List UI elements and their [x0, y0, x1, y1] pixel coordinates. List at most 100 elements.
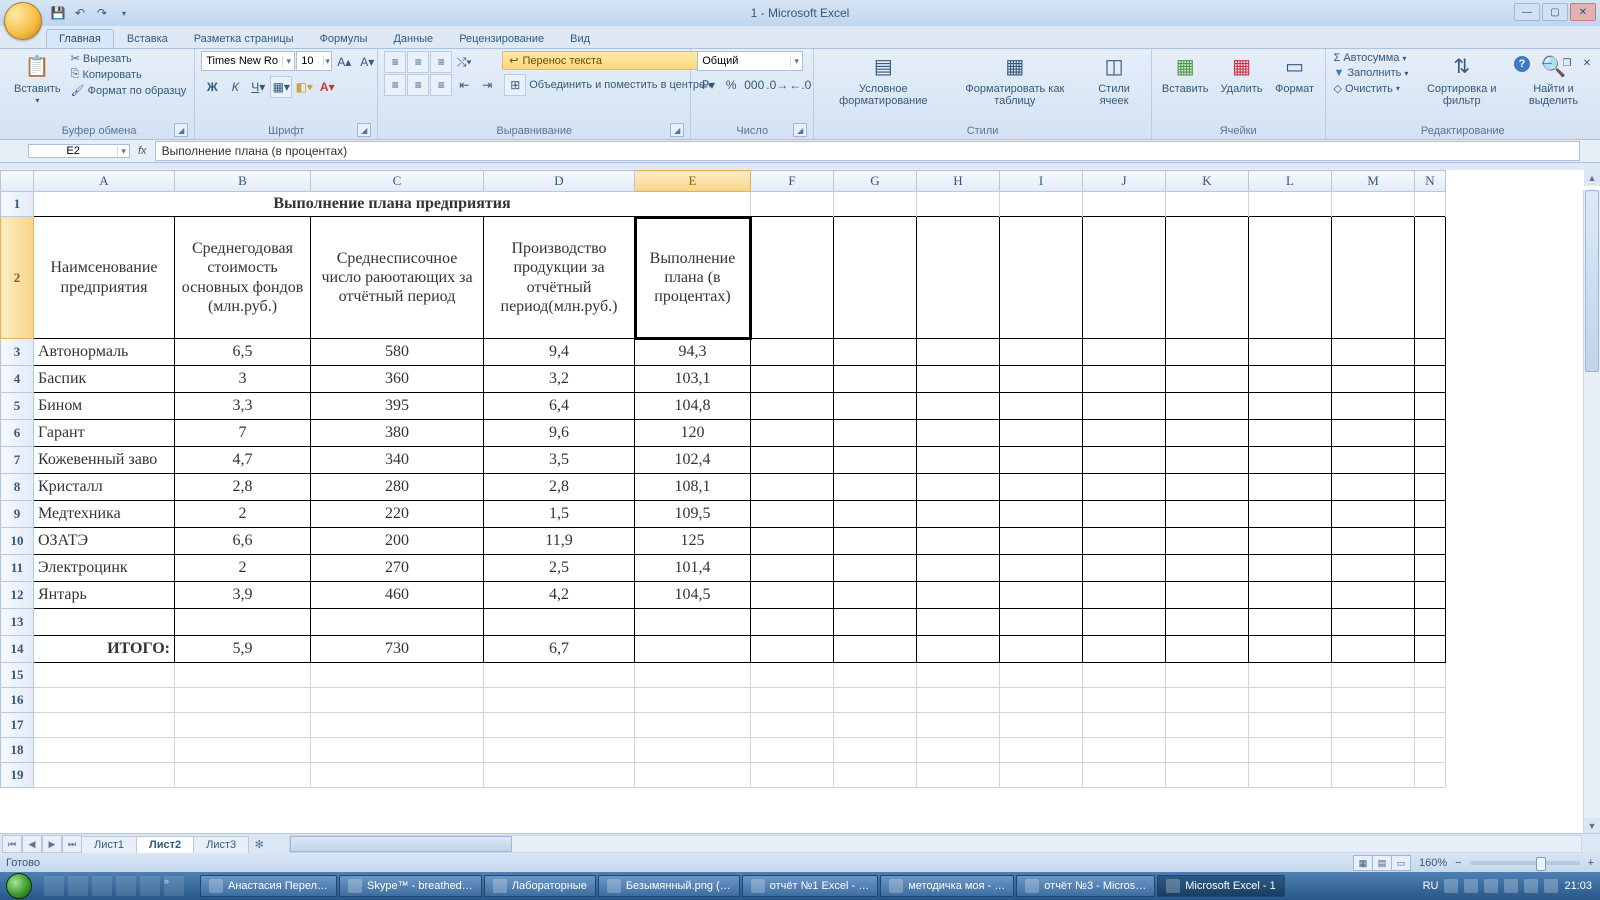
- cell[interactable]: [1083, 420, 1166, 447]
- row-header[interactable]: 10: [1, 528, 34, 555]
- shrink-font-button[interactable]: A▾: [356, 51, 378, 73]
- cell[interactable]: 2: [175, 555, 311, 582]
- cell[interactable]: [1000, 501, 1083, 528]
- cell[interactable]: [751, 609, 834, 636]
- cell[interactable]: [751, 528, 834, 555]
- tray-icon[interactable]: [1464, 879, 1478, 893]
- cell[interactable]: [1332, 420, 1415, 447]
- cell[interactable]: [1249, 582, 1332, 609]
- cell[interactable]: 102,4: [635, 447, 751, 474]
- row-header[interactable]: 7: [1, 447, 34, 474]
- cell[interactable]: [1000, 636, 1083, 663]
- cell[interactable]: [175, 609, 311, 636]
- cell[interactable]: [1415, 555, 1446, 582]
- row-header[interactable]: 12: [1, 582, 34, 609]
- cell[interactable]: [1166, 738, 1249, 763]
- cell[interactable]: 1,5: [484, 501, 635, 528]
- cell[interactable]: 220: [311, 501, 484, 528]
- cell[interactable]: [1000, 339, 1083, 366]
- tab-data[interactable]: Данные: [380, 29, 446, 48]
- comma-button[interactable]: 000: [743, 74, 765, 96]
- cell[interactable]: [311, 713, 484, 738]
- cell[interactable]: [1332, 339, 1415, 366]
- cell[interactable]: 94,3: [635, 339, 751, 366]
- cell[interactable]: 580: [311, 339, 484, 366]
- chevron-down-icon[interactable]: ▾: [790, 56, 802, 67]
- ql-icon[interactable]: [68, 876, 88, 896]
- column-header[interactable]: J: [1083, 171, 1166, 192]
- cell[interactable]: [635, 688, 751, 713]
- cell[interactable]: [484, 663, 635, 688]
- chevron-right-icon[interactable]: »: [164, 876, 184, 896]
- cell[interactable]: [311, 738, 484, 763]
- cell[interactable]: [1249, 339, 1332, 366]
- autosum-button[interactable]: ΣАвтосумма▾: [1332, 51, 1411, 65]
- cell[interactable]: [1415, 609, 1446, 636]
- cell[interactable]: 9,4: [484, 339, 635, 366]
- ql-icon[interactable]: [140, 876, 160, 896]
- cell[interactable]: Бином: [34, 393, 175, 420]
- cell[interactable]: [1166, 636, 1249, 663]
- format-cells-button[interactable]: ▭Формат: [1271, 51, 1319, 97]
- cell[interactable]: [1166, 393, 1249, 420]
- cell[interactable]: 109,5: [635, 501, 751, 528]
- cell[interactable]: 120: [635, 420, 751, 447]
- name-box[interactable]: ▾: [28, 144, 130, 158]
- workbook-minimize-button[interactable]: —: [1540, 56, 1554, 70]
- font-name-combo[interactable]: ▾: [201, 51, 295, 71]
- tab-insert[interactable]: Вставка: [114, 29, 181, 48]
- cell[interactable]: [1083, 474, 1166, 501]
- cell[interactable]: 2,8: [175, 474, 311, 501]
- cell[interactable]: Баспик: [34, 366, 175, 393]
- cell[interactable]: 6,5: [175, 339, 311, 366]
- cell[interactable]: [834, 217, 917, 339]
- cell[interactable]: [917, 366, 1000, 393]
- cell[interactable]: [1415, 339, 1446, 366]
- cell[interactable]: [834, 447, 917, 474]
- clear-button[interactable]: ◇Очистить▾: [1332, 81, 1411, 96]
- cell[interactable]: [1083, 339, 1166, 366]
- cell[interactable]: [1166, 192, 1249, 217]
- fill-button[interactable]: ▼Заполнить▾: [1332, 66, 1411, 80]
- row-header[interactable]: 14: [1, 636, 34, 663]
- orientation-button[interactable]: ⤭▾: [453, 51, 475, 73]
- cell[interactable]: [834, 501, 917, 528]
- italic-button[interactable]: К: [224, 76, 246, 98]
- help-icon[interactable]: ?: [1514, 56, 1530, 72]
- cell[interactable]: [917, 192, 1000, 217]
- row-header[interactable]: 5: [1, 393, 34, 420]
- column-header[interactable]: I: [1000, 171, 1083, 192]
- row-header[interactable]: 1: [1, 192, 34, 217]
- cell[interactable]: [1166, 447, 1249, 474]
- row-header[interactable]: 17: [1, 713, 34, 738]
- cell[interactable]: [1415, 688, 1446, 713]
- cell[interactable]: 7: [175, 420, 311, 447]
- format-painter-button[interactable]: 🖌Формат по образцу: [69, 83, 189, 98]
- cell[interactable]: [1166, 528, 1249, 555]
- fill-color-button[interactable]: ◧▾: [293, 76, 315, 98]
- cell[interactable]: [1000, 447, 1083, 474]
- cell[interactable]: [1332, 501, 1415, 528]
- font-color-button[interactable]: А▾: [316, 76, 338, 98]
- cell[interactable]: [311, 688, 484, 713]
- cell[interactable]: 380: [311, 420, 484, 447]
- cell[interactable]: [1332, 738, 1415, 763]
- cell[interactable]: 395: [311, 393, 484, 420]
- zoom-out-button[interactable]: −: [1455, 857, 1461, 869]
- office-button[interactable]: [4, 2, 42, 40]
- cell[interactable]: [1083, 663, 1166, 688]
- conditional-formatting-button[interactable]: ▤Условное форматирование: [820, 51, 946, 109]
- cell[interactable]: [1000, 474, 1083, 501]
- cell[interactable]: Среднегодовая стоимость основных фондов …: [175, 217, 311, 339]
- cell[interactable]: 6,4: [484, 393, 635, 420]
- row-header[interactable]: 18: [1, 738, 34, 763]
- ql-icon[interactable]: [92, 876, 112, 896]
- currency-button[interactable]: ₽▾: [697, 74, 719, 96]
- chevron-down-icon[interactable]: ▾: [323, 56, 331, 67]
- cell[interactable]: [1000, 713, 1083, 738]
- scroll-thumb[interactable]: [1585, 190, 1599, 372]
- cell[interactable]: [1415, 366, 1446, 393]
- cell[interactable]: [175, 763, 311, 788]
- tray-icon[interactable]: [1524, 879, 1538, 893]
- tab-view[interactable]: Вид: [557, 29, 603, 48]
